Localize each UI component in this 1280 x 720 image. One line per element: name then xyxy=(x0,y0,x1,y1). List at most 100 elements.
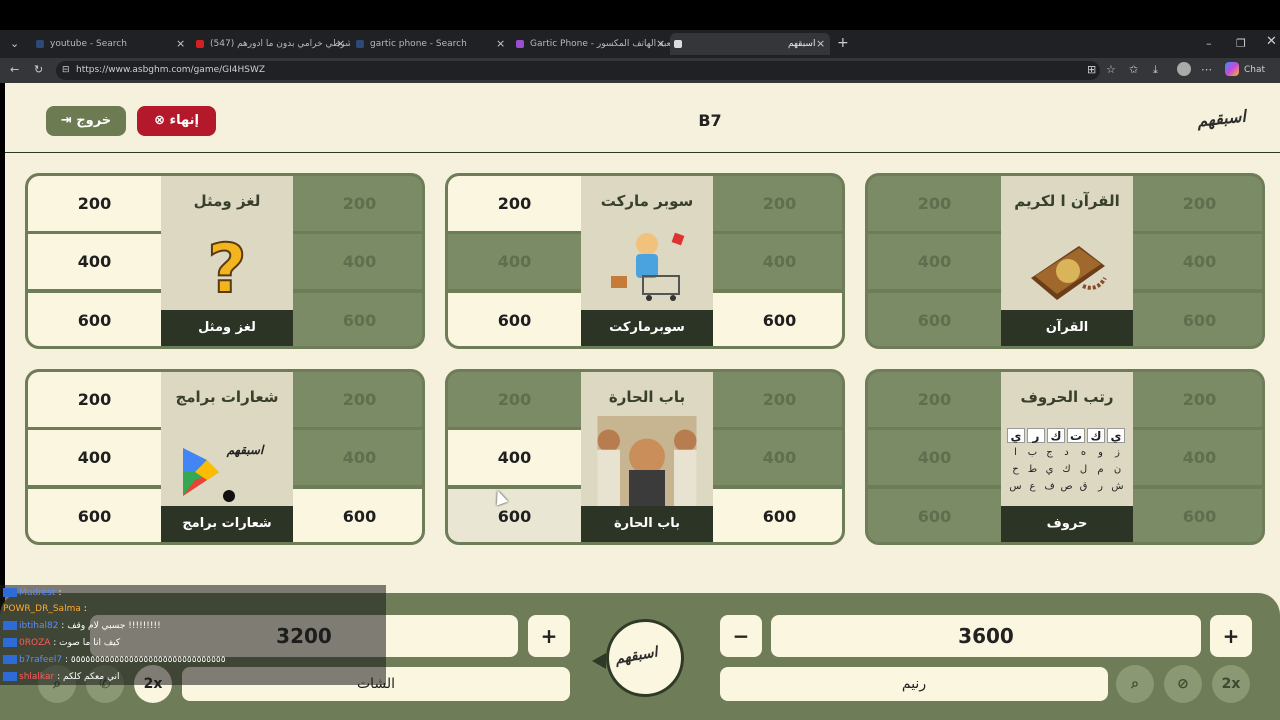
tab-youtube-video[interactable]: (547) شرطي خرامي بدون ما ادورهم ! × xyxy=(192,33,350,55)
chat-text: : كيف انا ما صوت xyxy=(53,638,121,648)
site-logo[interactable]: اسبقهم xyxy=(1196,107,1247,131)
right-question-cell: 400 xyxy=(1133,430,1262,485)
close-tab-icon[interactable]: × xyxy=(816,33,825,55)
left-question-cell[interactable]: 600 xyxy=(28,489,161,542)
category-title: القرآن ا لكريم xyxy=(1014,192,1120,210)
right-question-cell[interactable]: 600 xyxy=(713,293,842,346)
close-tab-icon[interactable]: × xyxy=(176,33,185,55)
right-question-cell[interactable]: 600 xyxy=(293,489,422,542)
tab-search-icon[interactable]: ⌄ xyxy=(10,37,19,51)
chat-user: shlalkar xyxy=(19,672,55,682)
category-title: لغز ومثل xyxy=(193,192,261,210)
minimize-icon[interactable]: – xyxy=(1206,37,1212,51)
letter-tile: ش xyxy=(1111,481,1124,492)
tab-asbghm[interactable]: اسبقهم × xyxy=(670,33,830,55)
category-board: 200 200 400 400 600 600 شعارات برامج اسبقهم شعار… xyxy=(25,369,425,545)
center-logo-text: اسبقهم xyxy=(613,644,659,668)
left-question-cell: 200 xyxy=(448,372,581,427)
chat-text: : xyxy=(83,604,87,614)
center-logo-badge: اسبقهم xyxy=(606,619,684,697)
left-question-cell[interactable]: 400 xyxy=(448,430,581,485)
copilot-icon[interactable] xyxy=(1225,62,1239,76)
install-app-icon[interactable]: ⊞ xyxy=(1087,63,1096,77)
right-block-icon[interactable]: ⊘ xyxy=(1164,665,1202,703)
back-icon[interactable]: ← xyxy=(10,63,19,77)
chat-line: POWR_DR_Salma : xyxy=(3,602,87,616)
address-input[interactable]: https://www.asbghm.com/game/GI4HSWZ xyxy=(56,61,1100,80)
left-question-cell[interactable]: 200 xyxy=(28,176,161,231)
tab-title: اسبقهم xyxy=(788,39,816,49)
favorites-icon[interactable]: ✩ xyxy=(1129,63,1138,77)
right-team-score: 3600 xyxy=(771,615,1201,657)
tab-gartic-phone[interactable]: Gartic Phone - لعبة الهاتف المكسور × xyxy=(512,33,670,55)
new-tab-button[interactable]: + xyxy=(837,36,849,50)
reload-icon[interactable]: ↻ xyxy=(34,63,43,77)
maximize-icon[interactable]: ❐ xyxy=(1236,37,1246,51)
right-minus-button[interactable]: − xyxy=(720,615,762,657)
left-question-cell: 600 xyxy=(868,489,1001,542)
chat-user: Mudrest xyxy=(19,588,56,598)
category-board: 200 200 400 400 600 600 رتب الحروف ي ر ك ت ك ي ا ب ج د ه و… xyxy=(865,369,1265,545)
right-question-cell: 200 xyxy=(1133,372,1262,427)
tab-gartic-search[interactable]: gartic phone - Search × xyxy=(352,33,510,55)
category-card: رتب الحروف ي ر ك ت ك ي ا ب ج د ه و ز ح ط ي ك ل م ن س ع ف ص ق ر ش حرو… xyxy=(1001,372,1133,542)
close-window-icon[interactable]: ✕ xyxy=(1266,35,1277,49)
right-magnify-icon[interactable]: ⌕ xyxy=(1116,665,1154,703)
letter-tile: ن xyxy=(1113,464,1122,475)
left-question-cell[interactable]: 400 xyxy=(28,234,161,289)
close-tab-icon[interactable]: × xyxy=(336,33,345,55)
left-question-cell[interactable]: 200 xyxy=(28,372,161,427)
chat-line: Mudrest : xyxy=(3,586,61,600)
tab-title: gartic phone - Search xyxy=(370,39,467,49)
category-caption: لغز ومثل xyxy=(161,310,293,346)
close-tab-icon[interactable]: × xyxy=(656,33,665,55)
right-question-cell: 600 xyxy=(293,293,422,346)
letter-tile: ك xyxy=(1062,464,1071,475)
letter-tile: ر xyxy=(1098,481,1103,492)
shopper-cart-icon xyxy=(603,226,691,306)
left-question-cell: 400 xyxy=(868,430,1001,485)
chat-button[interactable]: Chat xyxy=(1244,63,1265,77)
right-plus-button[interactable]: + xyxy=(1210,615,1252,657)
category-caption: حروف xyxy=(1001,506,1133,542)
right-team-name-text: رنيم xyxy=(901,676,927,692)
bookmark-star-icon[interactable]: ☆ xyxy=(1106,63,1116,77)
right-double-button[interactable]: 2x xyxy=(1212,665,1250,703)
exit-button[interactable]: ⇥ خروج xyxy=(46,106,126,136)
question-scroll-icon: ? xyxy=(183,226,271,310)
tab-title: youtube - Search xyxy=(50,39,127,49)
left-question-cell[interactable]: 600 xyxy=(28,293,161,346)
right-question-cell: 400 xyxy=(293,234,422,289)
chat-text: : ٥٥٥٥٥٥٥٥٥٥٥٥٥٥٥٥٥٥٥٥٥٥٥٥٥٥٥٥٥٥٥٥ xyxy=(65,655,226,665)
left-plus-button[interactable]: + xyxy=(528,615,570,657)
badge-icon xyxy=(3,672,17,681)
left-question-cell[interactable]: 600 xyxy=(448,489,581,542)
category-board: 200 200 400 400 600 600 سوبر ماركت سوبرماركت xyxy=(445,173,845,349)
letter-tile: ط xyxy=(1027,464,1038,475)
category-title: شعارات برامج xyxy=(175,388,279,406)
left-question-cell[interactable]: 400 xyxy=(28,430,161,485)
right-question-cell[interactable]: 600 xyxy=(713,489,842,542)
left-question-cell: 400 xyxy=(868,234,1001,289)
chat-line: shlalkar : اني معكم كلكم xyxy=(3,670,120,684)
category-title: باب الحارة xyxy=(608,388,686,406)
url-text: https://www.asbghm.com/game/GI4HSWZ xyxy=(76,65,266,75)
profile-avatar-icon[interactable] xyxy=(1177,62,1191,76)
left-question-cell[interactable]: 600 xyxy=(448,293,581,346)
chat-text: : xyxy=(58,588,62,598)
badge-icon xyxy=(3,638,17,647)
close-tab-icon[interactable]: × xyxy=(496,33,505,55)
tab-youtube-search[interactable]: youtube - Search × xyxy=(32,33,190,55)
right-team-name[interactable]: رنيم xyxy=(720,667,1108,701)
downloads-icon[interactable]: ⤓ xyxy=(1153,63,1158,77)
letter-tile: ك xyxy=(1047,428,1065,443)
more-menu-icon[interactable]: ⋯ xyxy=(1201,63,1212,77)
site-info-icon[interactable]: ⊟ xyxy=(62,63,70,77)
center-pointer xyxy=(592,653,606,669)
end-game-button[interactable]: ⊗ إنهاء xyxy=(137,106,216,136)
badge-icon xyxy=(3,655,17,664)
play-store-icon: اسبقهم xyxy=(183,422,271,502)
left-question-cell[interactable]: 200 xyxy=(448,176,581,231)
svg-text:اسبقهم: اسبقهم xyxy=(226,443,265,458)
letter-tile: و xyxy=(1098,447,1103,458)
